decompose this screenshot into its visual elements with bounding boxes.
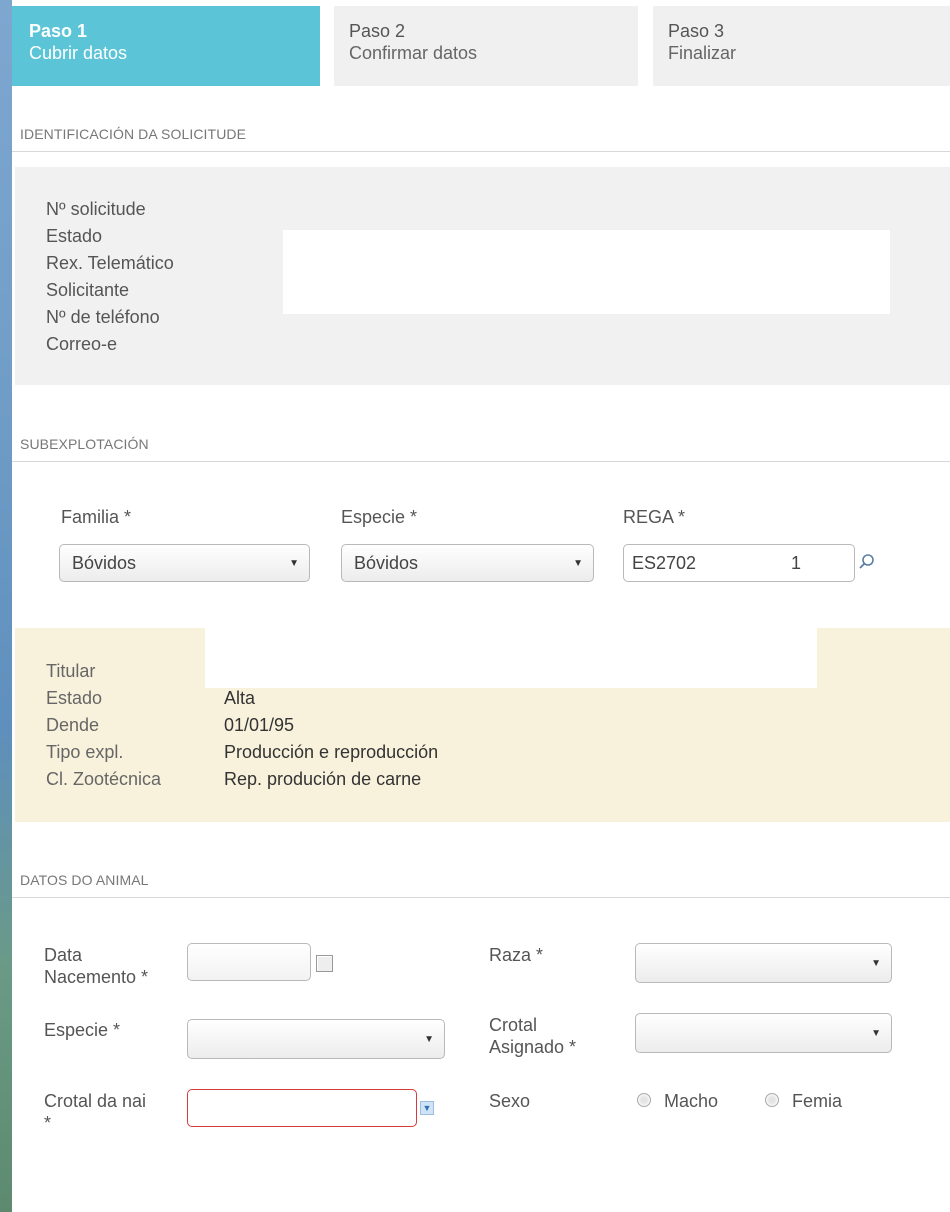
- chevron-down-icon: ▼: [573, 558, 583, 569]
- rega-input-value: ES2702 1: [632, 553, 802, 573]
- especie-select[interactable]: Bóvidos ▼: [341, 544, 594, 582]
- raza-select[interactable]: ▼: [635, 943, 892, 983]
- step-3-label: Finalizar: [668, 43, 737, 63]
- chevron-down-icon: ▼: [871, 1028, 881, 1039]
- crotal-nai-input[interactable]: [187, 1089, 417, 1127]
- data-nacemento-label-line1: Data: [44, 945, 83, 965]
- calendar-icon[interactable]: [316, 955, 333, 972]
- field-label-correo: Correo-e: [46, 334, 118, 354]
- data-nacemento-label-line2: Nacemento *: [44, 967, 149, 987]
- titular-box: Titular Estado Alta Dende 01/01/95 Tipo …: [15, 628, 950, 822]
- titular-key: Titular: [46, 661, 96, 681]
- radio-macho-label: Macho: [664, 1091, 719, 1111]
- chevron-down-icon: ▼: [424, 1034, 434, 1045]
- especie-label: Especie *: [341, 507, 418, 527]
- titular-key: Dende: [46, 715, 100, 735]
- identificacion-values-redacted: [283, 230, 890, 314]
- radio-femia[interactable]: [765, 1093, 779, 1107]
- radio-macho[interactable]: [637, 1093, 651, 1107]
- rega-input[interactable]: ES2702 1: [623, 544, 855, 582]
- section-title-animal: DATOS DO ANIMAL: [12, 872, 950, 898]
- data-nacemento-input[interactable]: [187, 943, 311, 981]
- data-nacemento-label: Data Nacemento *: [44, 944, 148, 988]
- search-icon[interactable]: [858, 553, 876, 571]
- titular-value: Producción e reproducción: [224, 742, 439, 762]
- familia-select[interactable]: Bóvidos ▼: [59, 544, 310, 582]
- field-label-solicitude: Nº solicitude: [46, 199, 146, 219]
- familia-select-value: Bóvidos: [72, 553, 137, 573]
- crotal-asignado-select[interactable]: ▼: [635, 1013, 892, 1053]
- titular-value: Rep. produción de carne: [224, 769, 422, 789]
- titular-key: Tipo expl.: [46, 742, 124, 762]
- section-title-subexplotacion: SUBEXPLOTACIÓN: [12, 436, 950, 462]
- radio-femia-label: Femia: [792, 1091, 843, 1111]
- identificacion-box: Nº solicitude Estado Rex. Telemático Sol…: [15, 167, 950, 385]
- step-1[interactable]: Paso 1 Cubrir datos: [12, 6, 320, 86]
- rega-label: REGA *: [623, 507, 686, 527]
- step-3-number: Paso 3: [668, 21, 725, 41]
- dropdown-arrow-icon[interactable]: ▼: [420, 1101, 434, 1115]
- step-1-number: Paso 1: [29, 21, 88, 41]
- step-1-label: Cubrir datos: [29, 43, 128, 63]
- crotal-nai-label: Crotal da nai *: [44, 1090, 146, 1134]
- chevron-down-icon: ▼: [289, 558, 299, 569]
- titular-value: Alta: [224, 688, 256, 708]
- form-panel: Paso 1 Cubrir datos Paso 2 Confirmar dat…: [12, 0, 950, 1212]
- identificacion-field-list: Nº solicitude Estado Rex. Telemático Sol…: [46, 197, 174, 359]
- crotal-nai-label-line1: Crotal da nai: [44, 1091, 147, 1111]
- field-label-telefono: Nº de teléfono: [46, 307, 160, 327]
- titular-value: 01/01/95: [224, 715, 295, 735]
- titular-key: Estado: [46, 688, 103, 708]
- crotal-asignado-label: Crotal Asignado *: [489, 1014, 576, 1058]
- field-label-solicitante: Solicitante: [46, 280, 130, 300]
- raza-label: Raza *: [489, 945, 544, 965]
- crotal-asignado-label-line1: Crotal: [489, 1015, 538, 1035]
- field-label-rex-telematico: Rex. Telemático: [46, 253, 174, 273]
- sexo-label: Sexo: [489, 1091, 531, 1111]
- step-3[interactable]: Paso 3 Finalizar: [653, 6, 950, 86]
- titular-name-redacted: [205, 628, 817, 688]
- chevron-down-icon: ▼: [871, 958, 881, 969]
- crotal-nai-label-line2: *: [44, 1113, 52, 1133]
- step-2-number: Paso 2: [349, 21, 406, 41]
- step-2-label: Confirmar datos: [349, 43, 478, 63]
- especie-animal-select[interactable]: ▼: [187, 1019, 445, 1059]
- especie-animal-label: Especie *: [44, 1020, 121, 1040]
- step-indicator: Paso 1 Cubrir datos Paso 2 Confirmar dat…: [12, 6, 950, 86]
- especie-select-value: Bóvidos: [354, 553, 419, 573]
- familia-label: Familia *: [61, 507, 132, 527]
- field-label-estado: Estado: [46, 226, 103, 246]
- step-2[interactable]: Paso 2 Confirmar datos: [334, 6, 638, 86]
- crotal-asignado-label-line2: Asignado *: [489, 1037, 577, 1057]
- titular-key: Cl. Zootécnica: [46, 769, 162, 789]
- section-title-identificacion: IDENTIFICACIÓN DA SOLICITUDE: [12, 126, 950, 152]
